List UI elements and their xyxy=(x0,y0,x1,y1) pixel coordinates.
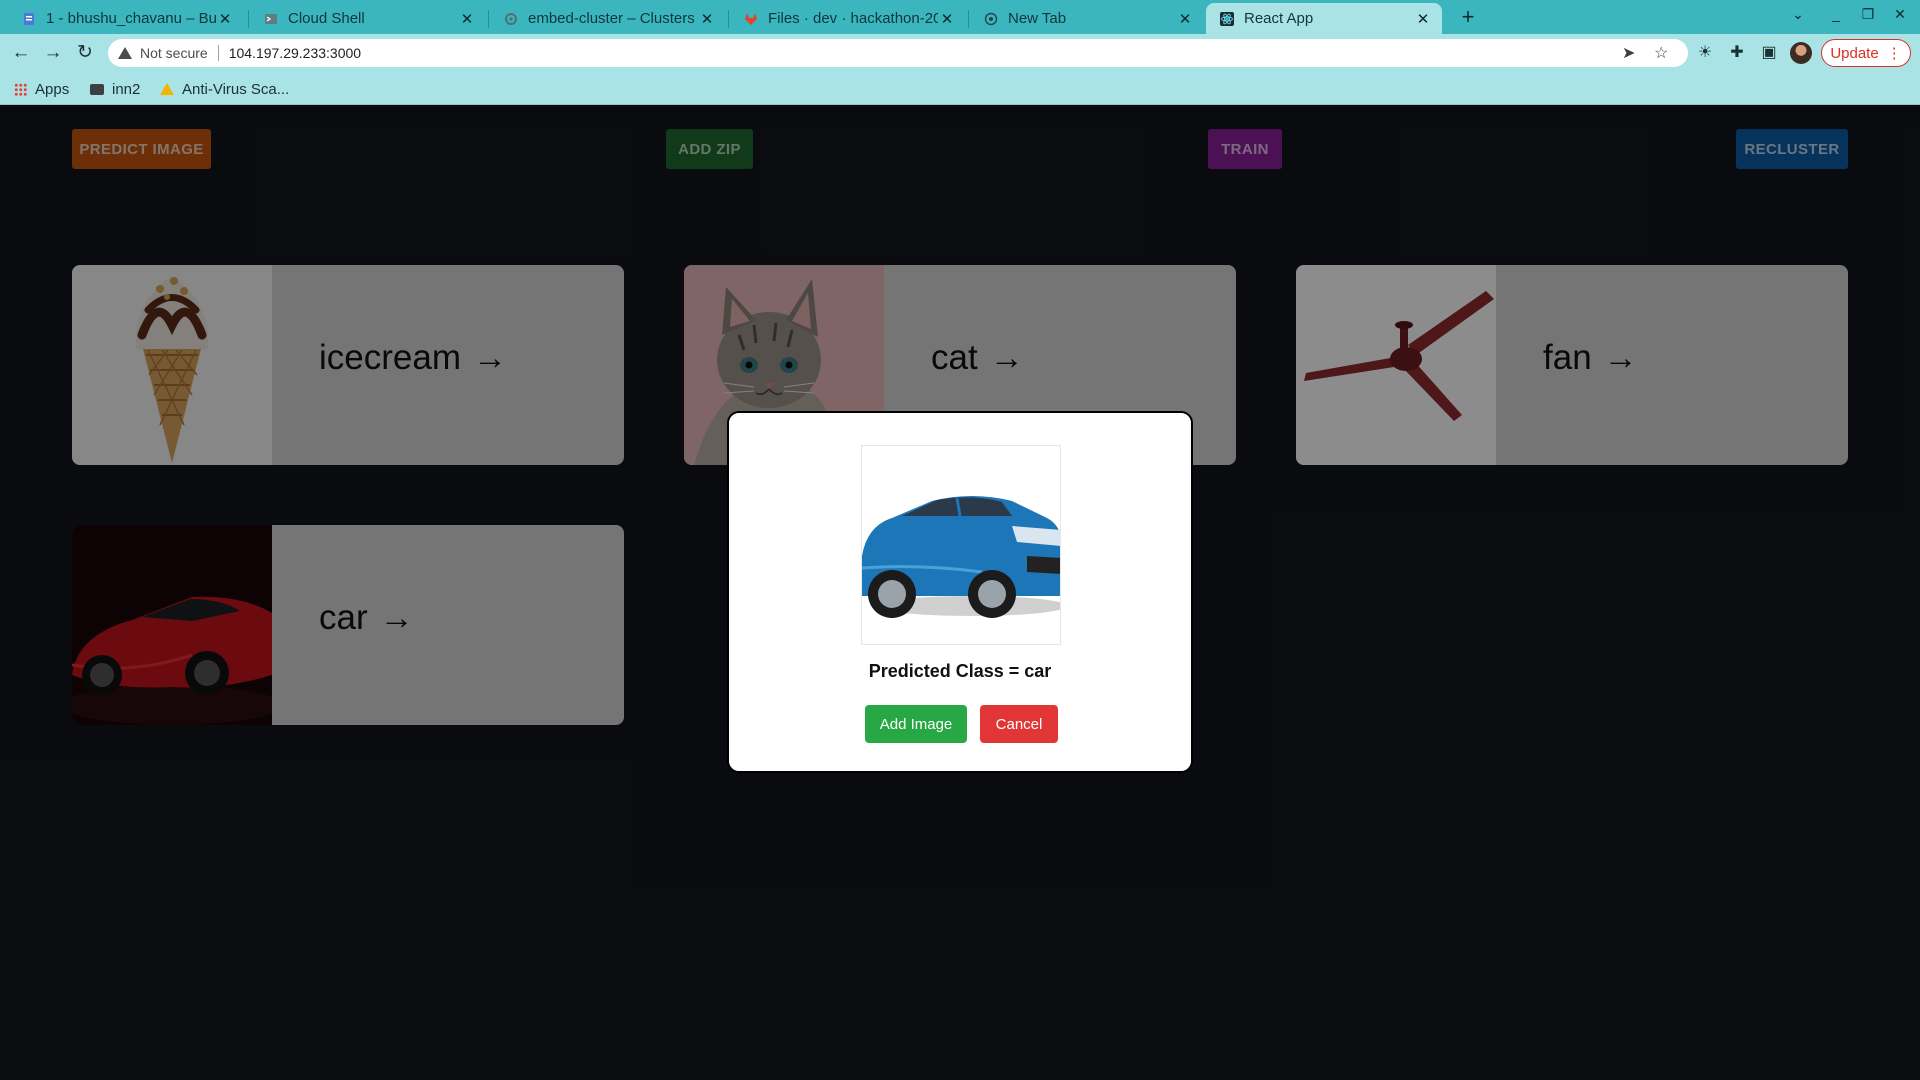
predicted-image xyxy=(861,445,1061,645)
update-button[interactable]: Update ⋮ xyxy=(1821,39,1911,67)
tab-label: Cloud Shell xyxy=(288,10,365,27)
more-menu-icon: ⋮ xyxy=(1886,45,1902,62)
new-tab-icon[interactable]: + xyxy=(1454,4,1482,32)
tab-gitlab-files[interactable]: Files · dev · hackathon-20 ✕ xyxy=(730,3,966,34)
cancel-button[interactable]: Cancel xyxy=(980,705,1058,743)
tab-strip: 1 - bhushu_chavanu – Buc ✕ Cloud Shell ✕… xyxy=(0,0,1920,34)
bookmark-star-icon[interactable]: ☆ xyxy=(1654,43,1668,63)
tab-label: embed-cluster – Clusters xyxy=(528,10,695,27)
forward-icon[interactable]: → xyxy=(40,40,66,66)
bookmarks-bar: Apps inn2 Anti-Virus Sca... xyxy=(0,72,1920,105)
tab-react-app[interactable]: React App ✕ xyxy=(1206,3,1442,34)
bookmark-label: Anti-Virus Sca... xyxy=(182,80,290,98)
bookmark-anti-virus[interactable]: Anti-Virus Sca... xyxy=(160,78,289,100)
tab-cloud-shell[interactable]: Cloud Shell ✕ xyxy=(250,3,486,34)
close-tab-icon[interactable]: ✕ xyxy=(216,10,234,28)
send-icon[interactable]: ➤ xyxy=(1622,43,1635,63)
cloud-shell-icon xyxy=(264,12,278,26)
minimize-icon[interactable]: _ xyxy=(1826,6,1846,22)
browser-toolbar: ← → ↻ Not secure 104.197.29.233:3000 ➤ ☆… xyxy=(0,34,1920,72)
globe-icon xyxy=(984,12,998,26)
add-image-button[interactable]: Add Image xyxy=(865,705,967,743)
close-tab-icon[interactable]: ✕ xyxy=(698,10,716,28)
side-panel-icon[interactable]: ▣ xyxy=(1758,42,1780,64)
tab-separator xyxy=(248,10,249,28)
close-tab-icon[interactable]: ✕ xyxy=(1176,10,1194,28)
extension-sun-icon[interactable]: ☀ xyxy=(1694,42,1716,64)
close-window-icon[interactable]: ✕ xyxy=(1890,6,1910,23)
warning-icon[interactable] xyxy=(118,47,132,59)
tab-label: Files · dev · hackathon-20 xyxy=(768,10,938,27)
tab-label: 1 - bhushu_chavanu – Buc xyxy=(46,10,216,27)
drive-icon xyxy=(160,83,174,95)
bookmark-label: Apps xyxy=(35,80,70,98)
predicted-class-text: Predicted Class = car xyxy=(868,661,1052,681)
tab-search-icon[interactable]: ⌄ xyxy=(1788,6,1808,23)
close-tab-icon[interactable]: ✕ xyxy=(938,10,956,28)
avatar[interactable] xyxy=(1790,42,1812,64)
react-icon xyxy=(1220,11,1234,26)
tab-label: React App xyxy=(1244,10,1314,27)
url-separator xyxy=(217,45,219,61)
close-tab-icon[interactable]: ✕ xyxy=(1414,10,1432,28)
bookmark-apps[interactable]: Apps xyxy=(14,78,69,100)
prediction-modal: Predicted Class = car Add Image Cancel xyxy=(727,411,1193,773)
tab-separator xyxy=(728,10,729,28)
tab-bucket[interactable]: 1 - bhushu_chavanu – Buc ✕ xyxy=(8,3,244,34)
bookmark-inn2[interactable]: inn2 xyxy=(90,78,140,100)
document-icon xyxy=(22,12,36,26)
reload-icon[interactable]: ↻ xyxy=(72,40,98,66)
close-tab-icon[interactable]: ✕ xyxy=(458,10,476,28)
folder-icon xyxy=(90,83,104,95)
extensions-puzzle-icon[interactable]: ✚ xyxy=(1726,42,1748,64)
back-icon[interactable]: ← xyxy=(8,40,34,66)
bookmark-label: inn2 xyxy=(112,80,141,98)
tab-separator xyxy=(968,10,969,28)
tab-separator xyxy=(488,10,489,28)
apps-icon xyxy=(14,82,27,96)
address-bar[interactable]: Not secure 104.197.29.233:3000 ➤ ☆ xyxy=(108,39,1688,67)
gcp-icon xyxy=(504,12,518,26)
url-text[interactable]: 104.197.29.233:3000 xyxy=(229,45,361,61)
tab-new-tab[interactable]: New Tab ✕ xyxy=(970,3,1204,34)
restore-icon[interactable]: ❐ xyxy=(1858,6,1878,23)
tab-label: New Tab xyxy=(1008,10,1067,27)
security-label[interactable]: Not secure xyxy=(140,45,208,61)
gitlab-icon xyxy=(744,12,758,26)
tab-embed-cluster[interactable]: embed-cluster – Clusters ✕ xyxy=(490,3,726,34)
update-label: Update xyxy=(1830,44,1879,62)
